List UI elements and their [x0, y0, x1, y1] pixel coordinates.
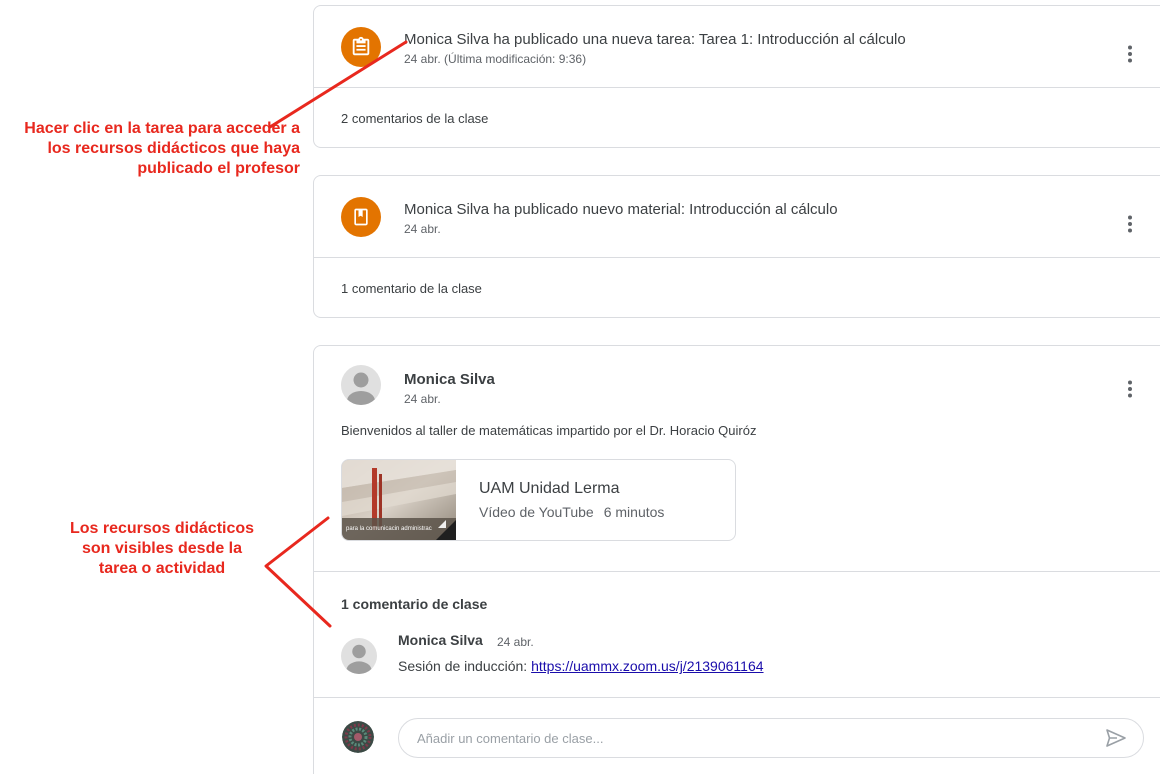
zoom-link[interactable]: https://uammx.zoom.us/j/2139061164	[531, 658, 763, 674]
more-vert-icon	[1128, 45, 1132, 63]
assignment-post-card[interactable]: Monica Silva ha publicado una nueva tare…	[313, 5, 1160, 148]
attachment-duration: 6 minutos	[603, 504, 665, 520]
more-options-button[interactable]	[1118, 42, 1142, 66]
author-avatar	[341, 365, 381, 405]
annotation-task: Hacer clic en la tarea para acceder a lo…	[24, 120, 300, 177]
commenter-avatar	[341, 638, 377, 674]
youtube-attachment[interactable]: para la comunicacin administrac UAM Unid…	[341, 459, 736, 541]
class-comments-link[interactable]: 2 comentarios de la clase	[314, 88, 1160, 147]
announcement-post-card: Monica Silva 24 abr. Bienvenidos al tall…	[313, 345, 1160, 774]
material-post-title[interactable]: Monica Silva ha publicado nuevo material…	[404, 201, 838, 218]
more-vert-icon	[1128, 380, 1132, 398]
video-thumbnail: para la comunicacin administrac	[342, 460, 456, 540]
announcement-text: Bienvenidos al taller de matemáticas imp…	[341, 423, 757, 438]
post-date: 24 abr.	[404, 392, 441, 406]
person-icon	[347, 372, 375, 405]
more-options-button[interactable]	[1118, 377, 1142, 401]
material-post-header[interactable]: Monica Silva ha publicado nuevo material…	[314, 176, 1160, 258]
assignment-post-title[interactable]: Monica Silva ha publicado una nueva tare…	[404, 31, 906, 48]
more-options-button[interactable]	[1118, 212, 1142, 236]
person-icon	[346, 644, 372, 674]
comment-prefix: Sesión de inducción:	[398, 658, 532, 674]
send-button[interactable]	[1104, 726, 1128, 750]
current-user-avatar	[342, 721, 374, 753]
material-post-card[interactable]: Monica Silva ha publicado nuevo material…	[313, 175, 1160, 318]
commenter-name: Monica Silva	[398, 632, 483, 648]
assignment-icon	[341, 27, 381, 67]
class-comments-header[interactable]: 1 comentario de clase	[341, 596, 487, 612]
assignment-post-date: 24 abr. (Última modificación: 9:36)	[404, 52, 587, 66]
attachment-type: Vídeo de YouTube	[479, 504, 594, 520]
more-vert-icon	[1128, 215, 1132, 233]
attachment-title[interactable]: UAM Unidad Lerma	[479, 480, 620, 498]
thumbnail-caption: para la comunicacin administrac	[346, 526, 432, 532]
class-comments-link[interactable]: 1 comentario de la clase	[314, 258, 1160, 317]
assignment-post-header[interactable]: Monica Silva ha publicado una nueva tare…	[314, 6, 1160, 88]
divider	[314, 697, 1160, 698]
send-icon	[1106, 729, 1126, 747]
material-post-date: 24 abr.	[404, 222, 441, 236]
comment-date: 24 abr.	[497, 635, 534, 649]
annotation-resources: Los recursos didácticos son visibles des…	[69, 520, 255, 577]
attachment-details: Vídeo de YouTube 6 minutos	[479, 504, 664, 520]
divider	[314, 571, 1160, 572]
class-comment-input[interactable]	[398, 718, 1144, 758]
comment-text: Sesión de inducción: https://uammx.zoom.…	[398, 658, 764, 674]
material-icon	[341, 197, 381, 237]
author-name: Monica Silva	[404, 371, 495, 388]
